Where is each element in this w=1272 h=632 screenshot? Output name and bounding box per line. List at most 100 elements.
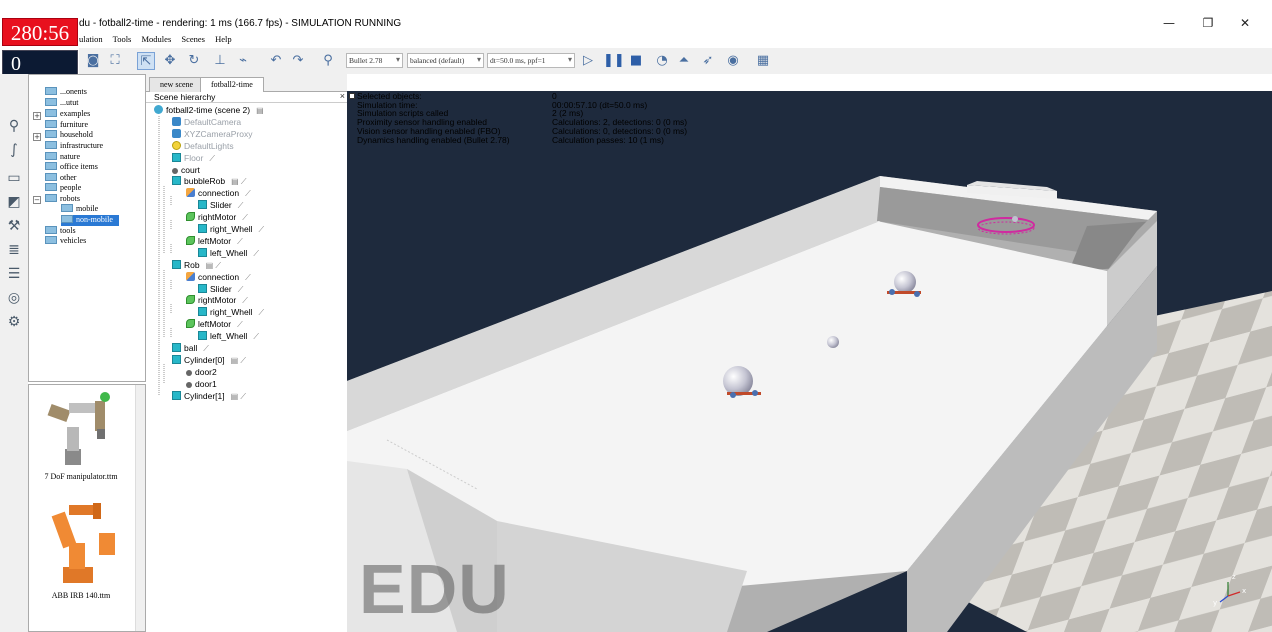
cube-icon [172, 259, 181, 269]
menu-help[interactable]: Help [215, 34, 232, 44]
hierarchy-row[interactable]: door1 [186, 378, 217, 390]
abb-thumbnail[interactable] [39, 503, 129, 589]
hierarchy-row[interactable]: ball ⟋ [172, 342, 209, 354]
hierarchy-row[interactable]: rightMotor ⟋ [186, 294, 248, 306]
timestep-select[interactable]: dt=50.0 ms, ppf=1 [487, 53, 575, 68]
rotate-icon[interactable]: ↻ [185, 52, 203, 70]
object-flags-icon: ⟋ [253, 332, 259, 342]
ball [827, 336, 839, 348]
hierarchy-row[interactable]: bubbleRob ▤ ⟋ [172, 175, 247, 187]
hierarchy-row[interactable]: connection ⟋ [186, 271, 251, 283]
realtime-icon[interactable]: ◔ [653, 52, 671, 70]
tree-item[interactable]: vehicles [45, 236, 86, 247]
hierarchy-row-label: left_Whell [210, 247, 248, 258]
menu-scenes[interactable]: Scenes [181, 34, 205, 44]
folder-icon [45, 226, 57, 234]
dummy-icon [186, 381, 192, 388]
axis-x-label: x [1242, 587, 1246, 595]
page-icon[interactable]: ▭ [4, 168, 24, 188]
search-icon[interactable]: ⚲ [4, 116, 24, 136]
left-toolbar: ⚲ ∫ ▭ ◩ ⚒ ≣ ☰ ◎ ⚙ [0, 74, 28, 632]
collapse-toggle[interactable]: − [33, 196, 41, 204]
shape-edit-icon[interactable]: ◩ [4, 192, 24, 212]
hierarchy-row[interactable]: right_Whell ⟋ [198, 306, 264, 318]
hierarchy-row[interactable]: Rob ▤ ⟋ [172, 259, 221, 271]
accuracy-select[interactable]: balanced (default) [407, 53, 484, 68]
hierarchy-row[interactable]: fotball2-time (scene 2) ▤ [154, 104, 264, 116]
hierarchy-row[interactable]: door2 [186, 366, 217, 378]
fast-icon[interactable]: ➶ [699, 52, 717, 70]
hierarchy-row[interactable]: Slider ⟋ [198, 283, 243, 295]
menu-simulation[interactable]: ulation [79, 34, 103, 44]
maximize-button[interactable]: ❐ [1193, 16, 1223, 34]
script-icon[interactable]: ∫ [4, 140, 24, 160]
robot-arm-icon[interactable]: ⚒ [4, 216, 24, 236]
tree-item[interactable]: office items [45, 162, 98, 173]
hierarchy-row[interactable]: DefaultLights [172, 140, 234, 152]
slow-icon[interactable]: ⏶ [675, 52, 693, 70]
hierarchy-row[interactable]: Slider ⟋ [198, 199, 243, 211]
hierarchy-row[interactable]: rightMotor ⟋ [186, 211, 248, 223]
hierarchy-row[interactable]: Cylinder[0] ▤ ⟋ [172, 354, 246, 366]
hierarchy-row[interactable]: DefaultCamera [172, 116, 241, 128]
hierarchy-row[interactable]: right_Whell ⟋ [198, 223, 264, 235]
menu-bar: ulation Tools Modules Scenes Help [79, 34, 240, 48]
hierarchy-row-label: bubbleRob [184, 176, 226, 187]
select-icon[interactable]: ⇱ [137, 52, 155, 70]
film-icon[interactable]: ◎ [4, 288, 24, 308]
layers-icon[interactable]: ▦ [754, 52, 772, 70]
expand-toggle[interactable]: + [33, 112, 41, 120]
play-icon[interactable]: ▷ [579, 52, 597, 70]
hierarchy-row[interactable]: leftMotor ⟋ [186, 318, 243, 330]
motor-icon [186, 319, 195, 329]
toolbar: ◙ ⛶ ⇱ ✥ ↻ ⊥ ⌁ ↶ ↷ ⚲ Bullet 2.78 balanced… [79, 48, 1272, 74]
tree-item[interactable]: ...utut [45, 98, 78, 109]
translate-icon[interactable]: ✥ [161, 52, 179, 70]
tree-item[interactable]: people [45, 183, 81, 194]
hierarchy-row-label: Cylinder[1] [184, 390, 225, 401]
hierarchy-row[interactable]: leftMotor ⟋ [186, 235, 243, 247]
tree-item[interactable]: mobile [61, 204, 98, 215]
hierarchy-row[interactable]: Floor ⟋ [172, 152, 215, 164]
physics-engine-select[interactable]: Bullet 2.78 [346, 53, 403, 68]
manipulator-thumbnail[interactable] [39, 389, 129, 471]
scene-viewport[interactable]: Selected objects: 0 Simulation time: 00:00:… [347, 91, 1272, 632]
folder-icon [45, 173, 57, 181]
thumbnail-scrollbar[interactable] [135, 385, 145, 631]
hierarchy-row-label: rightMotor [198, 295, 237, 306]
tree-item-selected[interactable]: non-mobile [61, 215, 119, 226]
pause-icon[interactable]: ❚❚ [603, 52, 625, 70]
tree-item[interactable]: household [45, 130, 93, 141]
info-toggle[interactable] [349, 93, 355, 99]
hierarchy-row[interactable]: court [172, 164, 200, 176]
folder-icon [45, 183, 57, 191]
tree-item[interactable]: ...onents [45, 87, 87, 98]
menu-modules[interactable]: Modules [142, 34, 172, 44]
path-icon[interactable]: ⌁ [234, 52, 252, 70]
undo-icon[interactable]: ↶ [267, 52, 285, 70]
tree-item[interactable]: infrastructure [45, 141, 103, 152]
pick-icon[interactable]: ⚲ [319, 52, 337, 70]
expand-toggle[interactable]: + [33, 133, 41, 141]
redo-icon[interactable]: ↷ [289, 52, 307, 70]
close-button[interactable]: ✕ [1230, 16, 1260, 34]
layers-side-icon[interactable]: ☰ [4, 264, 24, 284]
menu-tools[interactable]: Tools [113, 34, 132, 44]
assemble-icon[interactable]: ⊥ [211, 52, 229, 70]
hierarchy-row[interactable]: left_Whell ⟋ [198, 247, 259, 259]
screenshot-icon[interactable]: ◙ [84, 52, 102, 70]
hierarchy-row[interactable]: connection ⟋ [186, 187, 251, 199]
eye-icon[interactable]: ◉ [724, 52, 742, 70]
tree-item[interactable]: examples [45, 109, 90, 120]
fit-view-icon[interactable]: ⛶ [106, 52, 124, 70]
hierarchy-row[interactable]: XYZCameraProxy [172, 128, 253, 140]
object-flags-icon: ⟋ [209, 153, 215, 163]
list-icon[interactable]: ≣ [4, 240, 24, 260]
hierarchy-row[interactable]: left_Whell ⟋ [198, 330, 259, 342]
hierarchy-row-label: DefaultCamera [184, 116, 242, 127]
settings-icon[interactable]: ⚙ [4, 312, 24, 332]
hierarchy-row[interactable]: Cylinder[1] ▤ ⟋ [172, 390, 246, 402]
stop-icon[interactable]: ■ [627, 52, 645, 70]
minimize-button[interactable]: — [1154, 16, 1184, 34]
folder-icon [45, 98, 57, 106]
